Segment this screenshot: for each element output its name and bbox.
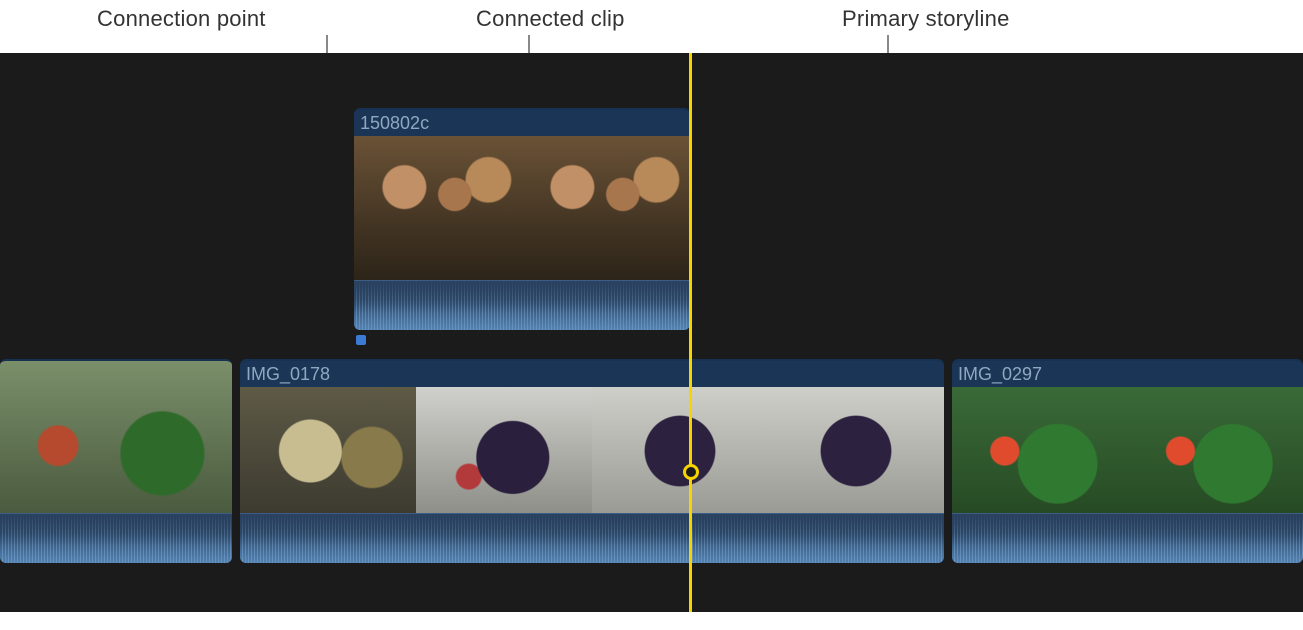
clip-thumbnails	[354, 136, 690, 282]
clip-thumbnails	[240, 387, 944, 515]
clip-thumbnail	[522, 136, 690, 282]
clip-thumbnail	[416, 387, 592, 515]
clip-audio-waveform[interactable]	[354, 280, 690, 330]
clip-thumbnail	[1128, 387, 1303, 515]
clip-title: IMG_0297	[952, 361, 1303, 387]
clip-thumbnails	[0, 361, 232, 515]
annotation-primary-storyline: Primary storyline	[842, 6, 1010, 32]
clip-audio-waveform[interactable]	[952, 513, 1303, 563]
timeline[interactable]: 150802c IMG_0178	[0, 53, 1303, 612]
clip-thumbnail	[952, 387, 1128, 515]
connection-point-icon[interactable]	[356, 335, 366, 345]
clip-thumbnail	[768, 387, 944, 515]
clip-title: IMG_0178	[240, 361, 944, 387]
clip-thumbnail	[240, 387, 416, 515]
figure-canvas: Connection point Connected clip Primary …	[0, 0, 1303, 630]
clip-thumbnail	[0, 361, 232, 515]
clip-thumbnail	[354, 136, 522, 282]
annotation-connection-point: Connection point	[97, 6, 266, 32]
primary-clip[interactable]: IMG_0297	[952, 359, 1303, 563]
clip-thumbnails	[952, 387, 1303, 515]
clip-audio-waveform[interactable]	[0, 513, 232, 563]
primary-clip[interactable]	[0, 359, 232, 563]
annotation-connected-clip: Connected clip	[476, 6, 625, 32]
primary-clip[interactable]: IMG_0178	[240, 359, 944, 563]
clip-audio-waveform[interactable]	[240, 513, 944, 563]
clip-thumbnail	[592, 387, 768, 515]
connected-clip[interactable]: 150802c	[354, 108, 690, 330]
clip-title: 150802c	[354, 110, 690, 136]
